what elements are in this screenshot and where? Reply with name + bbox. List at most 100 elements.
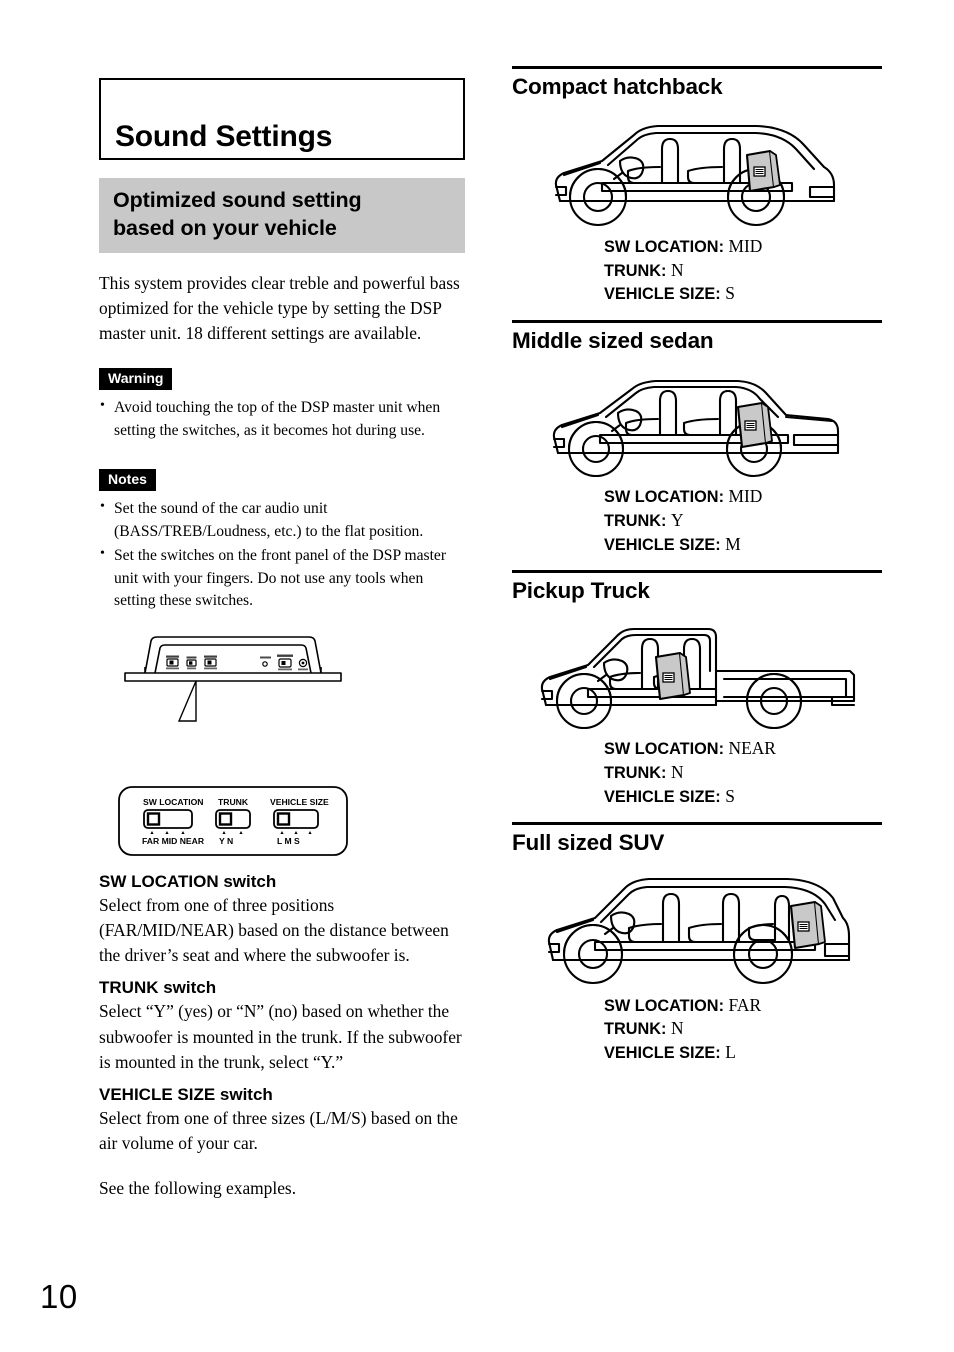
vehicle-section-suv: Full sized SUV SW LOCATION: FAR TRUNK: N… [512,822,882,1064]
vehicle-illustration-hatchback [512,105,882,233]
list-item: Set the sound of the car audio unit (BAS… [99,497,465,544]
warning-block: Warning Avoid touching the top of the DS… [99,367,465,443]
left-column: Sound Settings Optimized sound setting b… [99,78,465,1201]
notes-badge: Notes [99,468,156,492]
vehicle-specs: SW LOCATION: NEAR TRUNK: N VEHICLE SIZE:… [604,737,882,808]
spec-trunk: TRUNK: N [604,1017,882,1041]
notes-block: Notes Set the sound of the car audio uni… [99,468,465,613]
spec-separator: : [718,740,729,759]
sw-location-text: Select from one of three positions (FAR/… [99,895,449,966]
spec-sw-location: SW LOCATION: NEAR [604,737,882,761]
spec-separator: : [718,238,729,257]
vehicle-specs: SW LOCATION: FAR TRUNK: N VEHICLE SIZE: … [604,994,882,1065]
list-item: Set the switches on the front panel of t… [99,544,465,613]
spec-label: TRUNK [604,511,661,530]
spec-separator: : [715,285,726,304]
vehicle-specs: SW LOCATION: MID TRUNK: N VEHICLE SIZE: … [604,235,882,306]
spec-label: SW LOCATION [604,996,719,1015]
list-item: Avoid touching the top of the DSP master… [99,396,465,443]
spec-separator: : [660,764,671,783]
vehicle-title: Full sized SUV [512,830,665,856]
sw-location-heading: SW LOCATION switch [99,872,277,892]
spec-separator: : [718,488,729,507]
spec-vehicle-size: VEHICLE SIZE: S [604,785,882,809]
spec-separator: : [718,996,729,1015]
see-examples-text: See the following examples. [99,1177,297,1198]
notes-list: Set the sound of the car audio unit (BAS… [99,497,465,613]
section-divider [512,822,882,826]
spec-sw-location: SW LOCATION: MID [604,235,882,259]
switch-ticks-sw-location [150,831,185,835]
callout-positions-sw-location: FAR MID NEAR [142,836,205,846]
spec-label: TRUNK [604,764,661,783]
dsp-unit-base [124,672,342,682]
spec-value: S [725,785,735,806]
spec-label: VEHICLE SIZE [604,535,716,554]
spec-label: SW LOCATION [604,238,719,257]
section-divider [512,320,882,324]
callout-leader-line [177,680,197,722]
spec-separator: : [715,535,726,554]
vehicle-specs: SW LOCATION: MID TRUNK: Y VEHICLE SIZE: … [604,485,882,556]
switch-vehicle-size [273,809,319,829]
warning-badge: Warning [99,367,173,391]
spec-label: TRUNK [604,1020,661,1039]
spec-value: Y [670,509,684,530]
spec-value: L [725,1041,736,1062]
vehicle-title: Pickup Truck [512,578,650,604]
spec-value: M [725,533,741,554]
vehicle-section-pickup: Pickup Truck SW LOCATION: NEAR TRUNK: N … [512,570,882,808]
spec-value: N [670,762,684,783]
switch-sw-location [143,809,193,829]
vehicle-section-hatchback: Compact hatchback SW LOCATION: MID TRUNK… [512,66,882,306]
vehicle-title: Compact hatchback [512,74,723,99]
callout-positions-vehicle-size: L M S [277,836,300,846]
spec-vehicle-size: VEHICLE SIZE: S [604,282,882,306]
vehicle-illustration-pickup [512,609,882,735]
trunk-text: Select “Y” (yes) or “N” (no) based on wh… [99,1001,462,1072]
section-heading-line1: Optimized sound setting [113,188,362,212]
vehicle-section-sedan: Middle sized sedan SW LOCATION: MID TRUN… [512,320,882,556]
spec-value: N [670,259,684,280]
switch-callout-box: SW LOCATION FAR MID NEAR TRUNK Y N VEHIC… [118,786,348,856]
spec-separator: : [715,787,726,806]
spec-label: TRUNK [604,261,661,280]
vehicle-title: Middle sized sedan [512,328,714,354]
panel-switch-glyphs-right [262,658,308,668]
section-heading-line2: based on your vehicle [113,216,337,241]
switch-trunk [215,809,251,829]
dsp-unit-diagram [124,636,342,722]
subwoofer-box [654,652,691,701]
spec-label: VEHICLE SIZE [604,285,716,304]
spec-label: VEHICLE SIZE [604,1043,716,1062]
spec-label: SW LOCATION [604,488,719,507]
section-heading-band: Optimized sound setting based on your ve… [99,178,465,253]
spec-trunk: TRUNK: N [604,259,882,283]
spec-value: NEAR [728,738,776,759]
callout-positions-trunk: Y N [219,836,233,846]
switch-ticks-vehicle-size [280,831,312,835]
callout-label-sw-location: SW LOCATION [143,797,203,807]
warning-list: Avoid touching the top of the DSP master… [99,396,465,443]
section-divider [512,570,882,574]
spec-vehicle-size: VEHICLE SIZE: M [604,533,882,557]
spec-value: MID [728,486,763,507]
vehicle-illustration-suv [512,862,882,992]
right-column: Compact hatchback SW LOCATION: MID TRUNK… [512,66,882,1079]
chapter-title-box: Sound Settings [99,78,465,160]
spec-separator: : [660,261,671,280]
section-heading: Optimized sound setting based on your ve… [113,186,465,243]
spec-label: SW LOCATION [604,740,719,759]
dsp-master-unit-figure: SW LOCATION FAR MID NEAR TRUNK Y N VEHIC… [117,629,465,857]
spec-trunk: TRUNK: Y [604,509,882,533]
spec-value: S [725,283,735,304]
spec-sw-location: SW LOCATION: FAR [604,994,882,1018]
callout-label-trunk: TRUNK [218,797,249,807]
spec-value: N [670,1018,684,1039]
spec-trunk: TRUNK: N [604,761,882,785]
spec-separator: : [660,511,671,530]
panel-switch-glyphs-left [166,658,217,667]
vehicle-size-text: Select from one of three sizes (L/M/S) b… [99,1107,458,1153]
spec-label: VEHICLE SIZE [604,787,716,806]
